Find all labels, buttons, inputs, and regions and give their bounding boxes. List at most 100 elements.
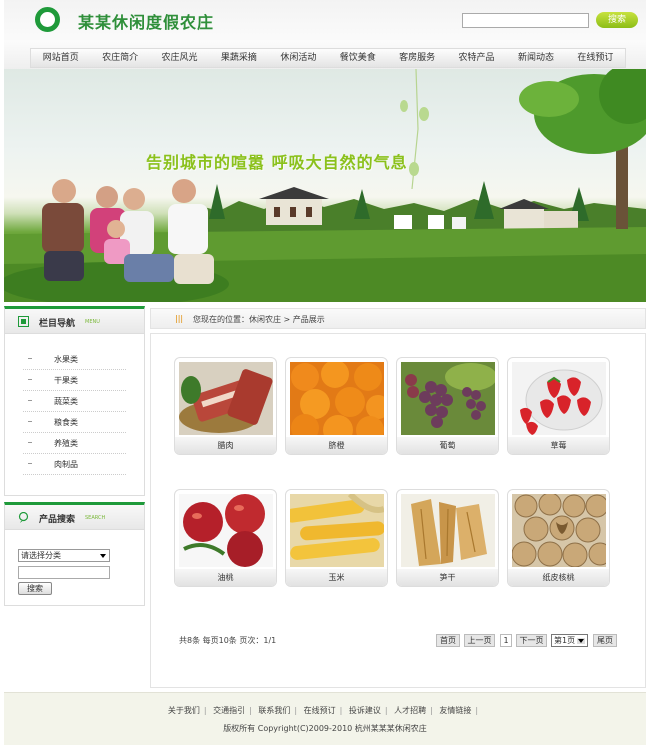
sidebar-item-meat[interactable]: 肉制品 [23,454,126,475]
bullet-icon [28,400,32,401]
nav-item-dining[interactable]: 餐饮美食 [328,49,387,67]
pager-first-button[interactable]: 首页 [436,634,460,647]
product-card[interactable]: 纸皮核桃 [507,489,610,587]
product-card[interactable]: 脐橙 [285,357,388,455]
product-card[interactable]: 玉米 [285,489,388,587]
product-name: 脐橙 [286,437,387,454]
nav-item-home[interactable]: 网站首页 [31,49,90,67]
product-image [512,362,606,435]
nav-item-products[interactable]: 农特产品 [447,49,506,67]
product-image [290,494,384,567]
bullet-icon [28,421,32,422]
footer-separator: | [384,706,388,715]
product-card[interactable]: 腊肉 [174,357,277,455]
header: 某某休闲度假农庄 搜索 网站首页 农庄简介 农庄风光 果蔬采摘 休闲活动 餐饮美… [4,0,646,70]
banner-slogan: 告别城市的喧嚣 呼吸大自然的气息 [146,153,408,172]
sidebar-item-fruit[interactable]: 水果类 [23,349,126,370]
nav-item-about[interactable]: 农庄简介 [90,49,149,67]
footer: 关于我们 | 交通指引 | 联系我们 | 在线预订 | 投诉建议 | 人才招聘 | 友情链接… [4,692,646,745]
sidebar-search-header: 产品搜索 SEARCH [5,505,144,530]
footer-separator: | [203,706,207,715]
footer-separator: | [430,706,433,715]
chevron-down-icon [100,554,106,558]
nav-item-scenery[interactable]: 农庄风光 [150,49,209,67]
nav-item-booking[interactable]: 在线预订 [566,49,625,67]
breadcrumb: ||| 您现在的位置：休闲农庄 > 产品展示 [150,308,646,329]
nav-item-rooms[interactable]: 客房服务 [387,49,446,67]
sidebar-item-nuts[interactable]: 干果类 [23,370,126,391]
sidebar-menu-title: 栏目导航 [39,319,76,329]
footer-link-jobs[interactable]: 人才招聘 [394,706,426,715]
nav-item-news[interactable]: 新闻动态 [506,49,565,67]
bullet-icon [28,442,32,443]
product-card[interactable]: 油桃 [174,489,277,587]
product-image [179,494,273,567]
product-name: 纸皮核桃 [508,569,609,586]
product-image [290,362,384,435]
sidebar-item-vegetables[interactable]: 蔬菜类 [23,391,126,412]
product-card[interactable]: 草莓 [507,357,610,455]
banner: 告别城市的喧嚣 呼吸大自然的气息 [4,69,646,302]
product-image [512,494,606,567]
sidebar-item-grain[interactable]: 粮食类 [23,412,126,433]
category-select-value: 请选择分类 [21,551,61,560]
bullet-icon [28,379,32,380]
site-title: 某某休闲度假农庄 [78,13,215,32]
nav-item-picking[interactable]: 果蔬采摘 [209,49,268,67]
sidebar-search-button[interactable]: 搜索 [18,582,52,595]
bookmark-icon: ||| [175,314,184,323]
category-select[interactable]: 请选择分类 [18,549,110,562]
product-name: 油桃 [175,569,276,586]
bullet-icon [28,358,32,359]
product-image [401,494,495,567]
sidebar-search-en: SEARCH [85,515,106,521]
sidebar-search-title: 产品搜索 [39,515,76,525]
sidebar-menu-header: 栏目导航 MENU [5,309,144,334]
header-search-button[interactable]: 搜索 [596,12,638,28]
logo-icon [35,7,60,32]
sidebar-item-label: 养殖类 [54,439,78,448]
header-search-input[interactable] [462,13,589,28]
sidebar-item-label: 蔬菜类 [54,397,78,406]
page-select-value: 第1页 [554,636,576,645]
pager-info: 共8条 每页10条 页次：1/1 [179,636,277,645]
footer-link-contact[interactable]: 联系我们 [258,706,290,715]
sidebar-menu-en: MENU [85,319,100,325]
product-name: 玉米 [286,569,387,586]
sidebar-search-box: 产品搜索 SEARCH 请选择分类 搜索 [4,502,145,606]
menu-icon [18,316,29,327]
sidebar-item-label: 干果类 [54,376,78,385]
product-card[interactable]: 笋干 [396,489,499,587]
sidebar-item-label: 水果类 [54,355,78,364]
pager-next-button[interactable]: 下一页 [516,634,547,647]
page-select[interactable]: 第1页 [551,634,588,647]
pager-prev-button[interactable]: 上一页 [464,634,495,647]
product-name: 草莓 [508,437,609,454]
banner-image [4,69,646,302]
footer-link-about[interactable]: 关于我们 [168,706,200,715]
product-name: 笋干 [397,569,498,586]
keyword-input[interactable] [18,566,110,579]
pager-current-page[interactable]: 1 [500,634,512,647]
footer-separator: | [475,706,479,715]
chevron-down-icon [577,638,585,644]
footer-link-friends[interactable]: 友情链接 [439,706,471,715]
bullet-icon [28,463,32,464]
main-nav: 网站首页 农庄简介 农庄风光 果蔬采摘 休闲活动 餐饮美食 客房服务 农特产品 … [30,48,626,68]
sidebar-item-livestock[interactable]: 养殖类 [23,433,126,454]
product-image [401,362,495,435]
product-name: 葡萄 [397,437,498,454]
footer-separator: | [294,706,298,715]
breadcrumb-text: 您现在的位置：休闲农庄 > 产品展示 [193,315,325,324]
footer-link-booking[interactable]: 在线预订 [304,706,336,715]
product-card[interactable]: 葡萄 [396,357,499,455]
footer-link-traffic[interactable]: 交通指引 [213,706,245,715]
search-bubble-icon [18,512,29,523]
product-name: 腊肉 [175,437,276,454]
footer-links: 关于我们 | 交通指引 | 联系我们 | 在线预订 | 投诉建议 | 人才招聘 | 友情链接… [4,705,646,716]
page: 某某休闲度假农庄 搜索 网站首页 农庄简介 农庄风光 果蔬采摘 休闲活动 餐饮美… [4,0,646,745]
pager-last-button[interactable]: 尾页 [593,634,617,647]
footer-link-feedback[interactable]: 投诉建议 [349,706,381,715]
nav-item-activities[interactable]: 休闲活动 [269,49,328,67]
footer-separator: | [339,706,343,715]
